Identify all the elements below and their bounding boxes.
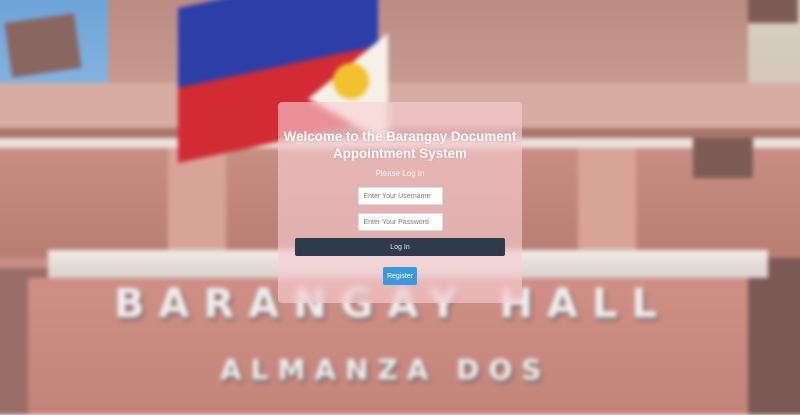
login-button[interactable]: Log In xyxy=(295,238,505,256)
password-input[interactable] xyxy=(357,213,443,231)
login-subtitle: Please Log In xyxy=(375,169,425,178)
login-card: Welcome to the Barangay Document Appoint… xyxy=(278,102,522,303)
username-input[interactable] xyxy=(357,187,443,205)
building-sign-line-2: ALMANZA DOS xyxy=(220,353,551,386)
page-title: Welcome to the Barangay Document Appoint… xyxy=(283,129,517,161)
register-button[interactable]: Register xyxy=(383,267,417,285)
